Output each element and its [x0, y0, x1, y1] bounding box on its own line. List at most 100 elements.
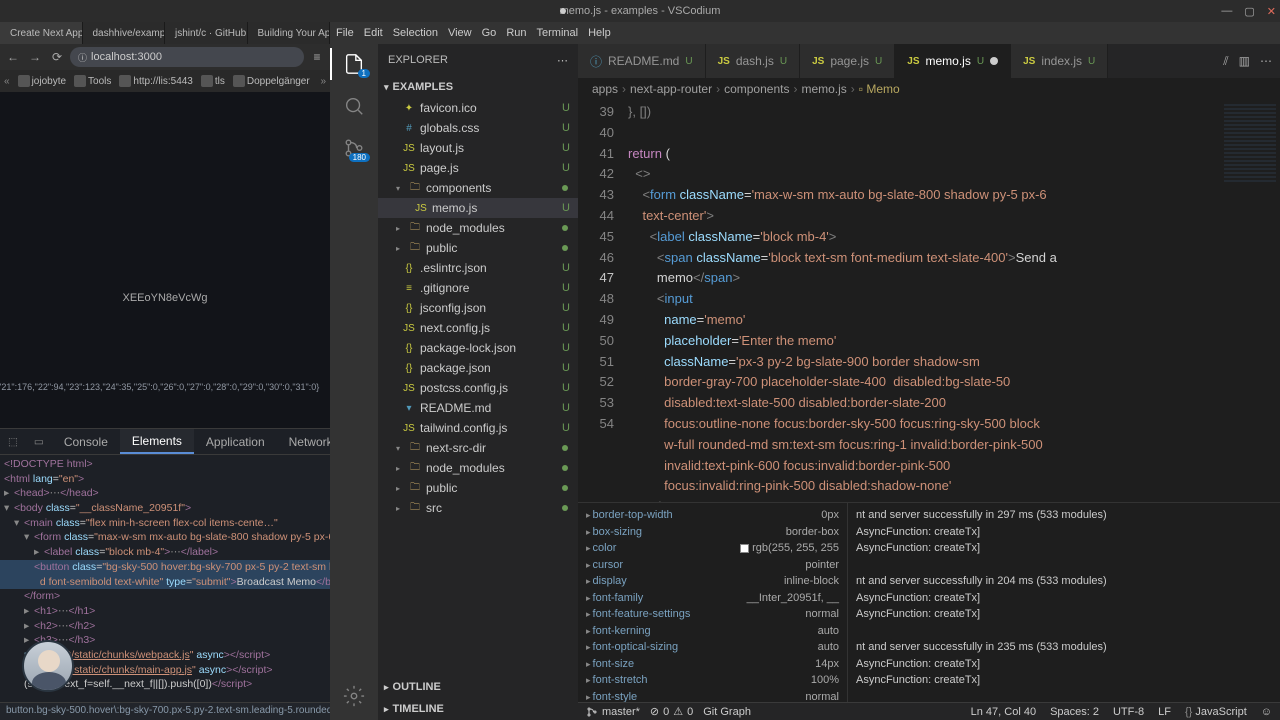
git-branch[interactable]: master* — [586, 706, 640, 718]
avatar-image[interactable] — [22, 640, 74, 692]
browser-tab[interactable]: Create Next App✕ — [0, 22, 83, 44]
device-icon[interactable]: ▭ — [26, 436, 52, 448]
browser-tab[interactable]: jshint/c · GitHub✕ — [165, 22, 248, 44]
browser-tabs: Create Next App✕dashhive/examples✕jshint… — [0, 22, 330, 44]
code-content[interactable]: }, []) return ( <> <form className='max-… — [628, 100, 1220, 502]
menu-item[interactable]: Help — [588, 27, 611, 39]
minimap[interactable] — [1220, 100, 1280, 502]
editor-tab[interactable]: JSpage.jsU — [800, 44, 895, 78]
menu-item[interactable]: View — [448, 27, 472, 39]
settings-icon[interactable] — [342, 684, 366, 708]
workspace-section[interactable]: ▾ EXAMPLES — [378, 76, 578, 98]
bookmark-item[interactable]: jojobyte — [18, 75, 66, 87]
code-editor[interactable]: 39404142434445464748495051525354 }, []) … — [578, 100, 1280, 502]
folder-item[interactable]: ▾🗀components — [378, 178, 578, 198]
language-mode[interactable]: {} JavaScript — [1185, 706, 1247, 718]
terminal-output[interactable]: nt and server successfully in 297 ms (53… — [848, 503, 1280, 702]
bookmark-item[interactable]: http://lis:5443 — [119, 75, 192, 87]
file-item[interactable]: ✦favicon.icoU — [378, 98, 578, 118]
style-property[interactable]: ▸font-optical-sizingauto — [586, 639, 839, 656]
style-property[interactable]: ▸displayinline-block — [586, 573, 839, 590]
forward-button[interactable]: → — [26, 48, 44, 66]
style-property[interactable]: ▸border-top-width0px — [586, 507, 839, 524]
bookmark-item[interactable]: tls — [201, 75, 225, 87]
file-item[interactable]: #globals.cssU — [378, 118, 578, 138]
file-item[interactable]: JSmemo.jsU — [378, 198, 578, 218]
folder-item[interactable]: ▾🗀next-src-dir — [378, 438, 578, 458]
folder-item[interactable]: ▸🗀public — [378, 478, 578, 498]
style-property[interactable]: ▸font-family__Inter_20951f, __ — [586, 590, 839, 607]
file-item[interactable]: JSnext.config.jsU — [378, 318, 578, 338]
file-item[interactable]: ▾README.mdU — [378, 398, 578, 418]
workspace-name: EXAMPLES — [393, 81, 454, 93]
feedback-icon[interactable]: ☺ — [1261, 706, 1272, 718]
menu-item[interactable]: Run — [506, 27, 526, 39]
menu-item[interactable]: Selection — [393, 27, 438, 39]
bookmark-item[interactable]: Doppelgänger — [233, 75, 310, 87]
file-item[interactable]: ≡.gitignoreU — [378, 278, 578, 298]
folder-item[interactable]: ▸🗀public — [378, 238, 578, 258]
encoding[interactable]: UTF-8 — [1113, 706, 1144, 718]
menu-item[interactable]: File — [336, 27, 354, 39]
menu-item[interactable]: Edit — [364, 27, 383, 39]
style-property[interactable]: ▸font-stretch100% — [586, 672, 839, 689]
devtools-tab[interactable]: Application — [194, 429, 277, 454]
eol[interactable]: LF — [1158, 706, 1171, 718]
more-icon[interactable]: ⋯ — [1260, 54, 1272, 68]
file-item[interactable]: {}package-lock.jsonU — [378, 338, 578, 358]
minimize-icon[interactable]: — — [1221, 5, 1232, 18]
breadcrumb-bar[interactable]: apps›next-app-router›components›memo.js›… — [578, 78, 1280, 100]
styles-pane[interactable]: ▸border-top-width0px▸box-sizingborder-bo… — [578, 503, 848, 702]
file-item[interactable]: {}.eslintrc.jsonU — [378, 258, 578, 278]
explorer-icon[interactable]: 1 — [342, 52, 366, 76]
file-item[interactable]: {}package.jsonU — [378, 358, 578, 378]
bookmark-item[interactable]: Tools — [74, 75, 111, 87]
browser-tab[interactable]: dashhive/examples✕ — [83, 22, 166, 44]
problems[interactable]: ⊘0 ⚠0 — [650, 705, 693, 718]
close-icon[interactable]: ✕ — [1267, 5, 1276, 18]
devtools-breadcrumb[interactable]: button.bg-sky-500.hover\:bg-sky-700.px-5… — [0, 702, 330, 720]
devtools-tab[interactable]: Console — [52, 429, 120, 454]
url-bar[interactable]: ⓘ localhost:3000 — [70, 47, 304, 67]
dirty-dot-icon — [560, 8, 566, 14]
maximize-icon[interactable]: ▢ — [1244, 5, 1254, 18]
file-item[interactable]: JStailwind.config.jsU — [378, 418, 578, 438]
timeline-section[interactable]: ▸ TIMELINE — [378, 698, 578, 720]
folder-item[interactable]: ▸🗀src — [378, 498, 578, 518]
editor-tab[interactable]: JSindex.jsU — [1011, 44, 1108, 78]
editor-tab[interactable]: ⓘREADME.mdU — [578, 44, 706, 78]
cursor-position[interactable]: Ln 47, Col 40 — [971, 706, 1036, 718]
bookmarks-bar: «jojobyteToolshttp://lis:5443tlsDoppelgä… — [0, 70, 330, 92]
compare-icon[interactable]: ⫽ — [1223, 54, 1228, 69]
style-property[interactable]: ▸font-size14px — [586, 656, 839, 673]
more-icon[interactable]: ⋯ — [557, 54, 568, 67]
devtools-tab[interactable]: Elements — [120, 429, 194, 454]
split-icon[interactable]: ▥ — [1239, 54, 1250, 68]
reload-button[interactable]: ⟳ — [48, 48, 66, 66]
folder-item[interactable]: ▸🗀node_modules — [378, 458, 578, 478]
inspect-icon[interactable]: ⬚ — [0, 436, 26, 448]
editor-tab[interactable]: JSmemo.jsU — [895, 44, 1011, 78]
style-property[interactable]: ▸font-kerningauto — [586, 623, 839, 640]
style-property[interactable]: ▸font-feature-settingsnormal — [586, 606, 839, 623]
git-graph[interactable]: Git Graph — [703, 706, 751, 718]
back-button[interactable]: ← — [4, 48, 22, 66]
indent[interactable]: Spaces: 2 — [1050, 706, 1099, 718]
file-item[interactable]: JSpage.jsU — [378, 158, 578, 178]
menu-item[interactable]: Terminal — [537, 27, 579, 39]
scm-icon[interactable]: 180 — [342, 136, 366, 160]
style-property[interactable]: ▸box-sizingborder-box — [586, 524, 839, 541]
style-property[interactable]: ▸cursorpointer — [586, 557, 839, 574]
menu-button[interactable]: ≡ — [308, 48, 326, 66]
style-property[interactable]: ▸colorrgb(255, 255, 255 — [586, 540, 839, 557]
outline-section[interactable]: ▸ OUTLINE — [378, 676, 578, 698]
folder-item[interactable]: ▸🗀node_modules — [378, 218, 578, 238]
file-item[interactable]: {}jsconfig.jsonU — [378, 298, 578, 318]
file-item[interactable]: JSlayout.jsU — [378, 138, 578, 158]
browser-tab[interactable]: Building Your Ap✕ — [248, 22, 331, 44]
editor-tab[interactable]: JSdash.jsU — [706, 44, 801, 78]
file-item[interactable]: JSpostcss.config.jsU — [378, 378, 578, 398]
search-icon[interactable] — [342, 94, 366, 118]
style-property[interactable]: ▸font-stylenormal — [586, 689, 839, 703]
menu-item[interactable]: Go — [482, 27, 497, 39]
